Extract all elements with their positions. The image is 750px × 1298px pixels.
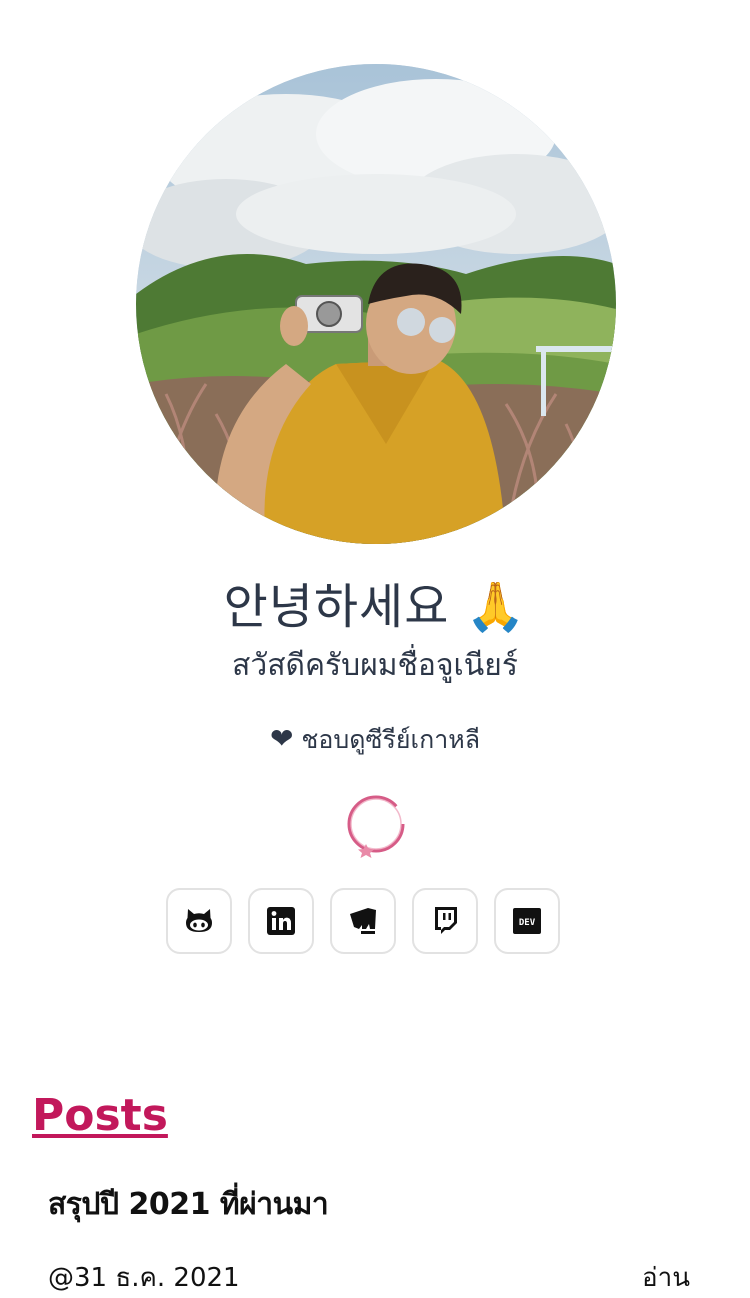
social-links: DEV	[166, 888, 560, 956]
github-icon	[186, 909, 212, 932]
svg-text:DEV: DEV	[519, 918, 536, 928]
twitch-button[interactable]	[412, 888, 478, 954]
posts-heading[interactable]: Posts	[32, 1086, 168, 1146]
github-button[interactable]	[166, 888, 232, 954]
loading-spinner	[342, 792, 410, 860]
likes-text: ชอบดูซีรีย์เกาหลี	[301, 725, 481, 754]
riot-games-button[interactable]	[330, 888, 396, 954]
read-link[interactable]: อ่าน	[642, 1258, 690, 1298]
dev-icon: DEV	[513, 908, 541, 934]
linkedin-button[interactable]	[248, 888, 314, 954]
linkedin-icon	[267, 907, 295, 935]
intro-subtitle: สวัสดีครับผมชื่อจูเนียร์	[232, 648, 518, 683]
post-date: @31 ธ.ค. 2021	[48, 1263, 240, 1293]
post-meta: @31 ธ.ค. 2021 อ่าน	[48, 1258, 690, 1298]
likes-line: ❤ ชอบดูซีรีย์เกาหลี	[0, 718, 750, 761]
riot-games-icon	[350, 908, 376, 934]
dev-button[interactable]: DEV	[494, 888, 560, 954]
twitch-icon	[435, 907, 457, 934]
avatar	[136, 64, 616, 544]
heart-icon: ❤	[269, 722, 294, 755]
post-title[interactable]: สรุปปี 2021 ที่ผ่านมา	[48, 1180, 329, 1230]
greeting-heading: 안녕하세요 🙏	[223, 579, 527, 635]
